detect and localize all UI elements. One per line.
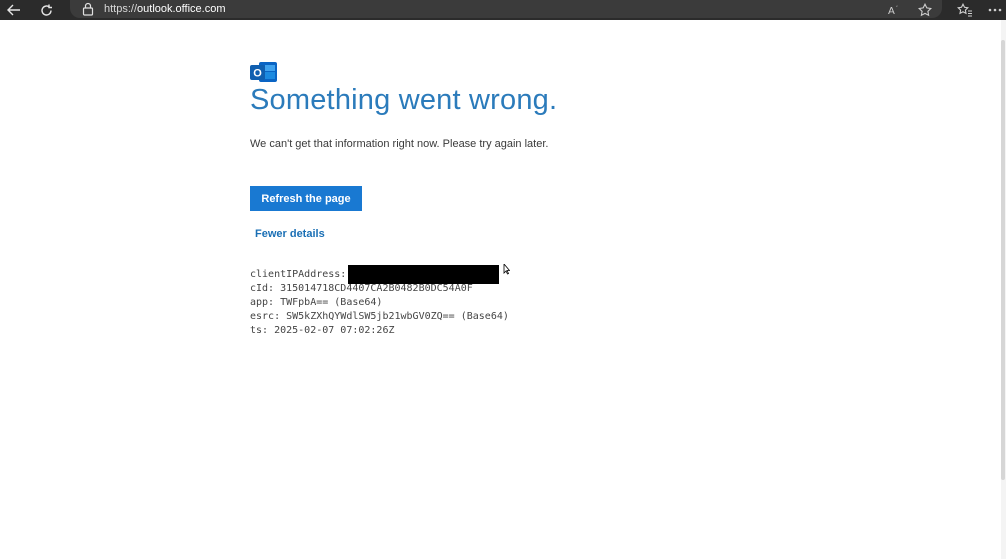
svg-text:O: O — [253, 68, 262, 80]
refresh-icon[interactable] — [34, 0, 58, 20]
cid-line: cId: 315014718CD4407CA2B0482B0DC54A0F — [250, 283, 473, 294]
url-host: outlook.office.com — [137, 3, 226, 15]
scrollbar-thumb[interactable] — [1001, 40, 1005, 480]
svg-text:A: A — [888, 6, 895, 16]
refresh-page-button[interactable]: Refresh the page — [250, 186, 362, 211]
redaction-box — [348, 265, 499, 284]
address-bar[interactable]: https://outlook.office.com Aʼ — [70, 0, 942, 18]
app-line: app: TWFpbA== (Base64) — [250, 297, 383, 308]
lock-icon[interactable] — [82, 2, 96, 16]
page-title: Something went wrong. — [250, 84, 558, 116]
browser-toolbar: https://outlook.office.com Aʼ — [0, 0, 1006, 20]
favorites-icon[interactable] — [956, 1, 974, 19]
error-message: We can't get that information right now.… — [250, 138, 549, 150]
favorite-star-icon[interactable] — [916, 1, 934, 19]
more-icon[interactable] — [986, 1, 1004, 19]
back-arrow-icon[interactable] — [2, 0, 26, 20]
esrc-line: esrc: SW5kZXhQYWdlSW5jb21wbGV0ZQ== (Base… — [250, 311, 509, 322]
svg-text:ʼ: ʼ — [896, 5, 898, 12]
diagnostic-info: clientIPAddress: cId: 315014718CD4407CA2… — [250, 265, 509, 338]
timestamp-line: ts: 2025-02-07 07:02:26Z — [250, 325, 395, 336]
outlook-logo-icon: O — [250, 60, 278, 84]
read-aloud-icon[interactable]: Aʼ — [886, 1, 904, 19]
url-text[interactable]: https://outlook.office.com — [104, 2, 226, 16]
fewer-details-link[interactable]: Fewer details — [255, 228, 325, 240]
mouse-cursor-icon — [503, 262, 511, 275]
client-ip-label: clientIPAddress: — [250, 269, 347, 280]
url-scheme: https:// — [104, 3, 138, 15]
